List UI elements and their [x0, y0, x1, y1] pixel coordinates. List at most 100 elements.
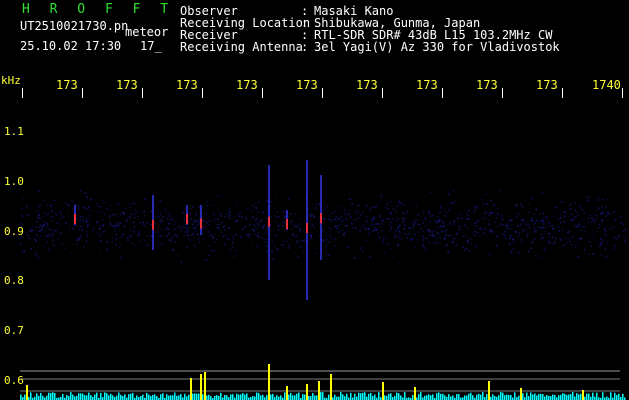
- noise-speck: [51, 232, 53, 235]
- noise-speck: [37, 210, 39, 212]
- noise-speck: [526, 235, 528, 237]
- noise-speck: [520, 223, 523, 225]
- noise-speck: [462, 235, 465, 237]
- noise-speck: [398, 237, 400, 239]
- noise-speck: [347, 213, 349, 216]
- noise-speck: [483, 203, 485, 206]
- noise-speck: [420, 226, 422, 229]
- noise-speck: [295, 222, 297, 225]
- noise-speck: [519, 224, 522, 227]
- noise-speck: [225, 213, 227, 215]
- noise-speck: [327, 225, 330, 228]
- noise-speck: [387, 208, 389, 210]
- noise-speck: [192, 233, 195, 235]
- baseline-noise: [592, 392, 594, 400]
- noise-speck: [216, 238, 218, 241]
- baseline-noise: [186, 396, 188, 400]
- noise-speck: [395, 211, 398, 213]
- noise-speck: [474, 235, 477, 237]
- noise-speck: [284, 215, 286, 217]
- noise-speck: [248, 234, 250, 237]
- noise-speck: [559, 221, 562, 224]
- noise-speck: [46, 241, 48, 244]
- noise-speck: [541, 257, 543, 259]
- baseline-noise: [176, 395, 178, 400]
- noise-speck: [466, 237, 468, 239]
- noise-speck: [293, 234, 296, 237]
- noise-speck: [206, 205, 209, 207]
- noise-speck: [74, 203, 76, 205]
- noise-speck: [166, 218, 169, 220]
- noise-speck: [368, 231, 370, 234]
- noise-speck: [543, 233, 546, 235]
- signal-level-spike: [200, 374, 202, 400]
- noise-speck: [479, 235, 481, 237]
- noise-speck: [26, 205, 28, 208]
- noise-speck: [237, 206, 239, 208]
- noise-speck: [577, 255, 580, 258]
- noise-speck: [429, 234, 431, 236]
- noise-speck: [568, 238, 571, 241]
- noise-speck: [443, 230, 445, 232]
- baseline-noise: [104, 392, 106, 400]
- noise-speck: [187, 230, 190, 232]
- noise-speck: [155, 224, 157, 226]
- noise-speck: [568, 230, 571, 232]
- noise-speck: [130, 229, 132, 231]
- noise-speck: [389, 223, 391, 226]
- noise-speck: [176, 234, 178, 237]
- noise-speck: [473, 205, 475, 208]
- baseline-noise: [20, 394, 22, 400]
- noise-speck: [185, 227, 187, 229]
- noise-speck: [605, 206, 607, 208]
- noise-speck: [373, 223, 376, 225]
- noise-speck: [287, 198, 290, 200]
- noise-speck: [229, 232, 231, 235]
- noise-speck: [251, 217, 253, 220]
- baseline-noise: [412, 395, 414, 400]
- noise-speck: [381, 223, 383, 225]
- signal-level-spike: [382, 382, 384, 400]
- noise-speck: [186, 235, 189, 237]
- noise-speck: [474, 222, 476, 224]
- noise-speck: [229, 211, 231, 213]
- noise-speck: [118, 237, 120, 240]
- noise-speck: [510, 235, 512, 237]
- baseline-noise: [540, 393, 542, 400]
- noise-speck: [396, 228, 399, 230]
- baseline-noise: [298, 392, 300, 400]
- noise-speck: [402, 212, 404, 215]
- noise-speck: [501, 214, 503, 216]
- noise-speck: [474, 230, 476, 233]
- noise-speck: [41, 228, 43, 230]
- noise-speck: [281, 244, 283, 246]
- baseline-noise: [106, 393, 108, 400]
- noise-speck: [569, 203, 572, 206]
- noise-speck: [495, 203, 498, 205]
- noise-speck: [339, 224, 341, 226]
- noise-speck: [38, 226, 41, 228]
- noise-speck: [500, 223, 502, 225]
- noise-speck: [566, 241, 568, 244]
- noise-speck: [342, 229, 344, 231]
- noise-speck: [302, 229, 305, 231]
- noise-speck: [601, 199, 604, 201]
- noise-speck: [477, 221, 479, 224]
- noise-speck: [454, 238, 456, 241]
- noise-speck: [386, 218, 389, 220]
- noise-speck: [426, 237, 428, 240]
- noise-speck: [58, 219, 60, 222]
- noise-speck: [355, 228, 358, 230]
- noise-speck: [382, 219, 384, 222]
- baseline-noise: [180, 394, 182, 400]
- noise-speck: [272, 258, 274, 260]
- noise-speck: [297, 256, 300, 258]
- noise-speck: [428, 211, 430, 213]
- baseline-noise: [304, 394, 306, 400]
- noise-speck: [63, 247, 66, 250]
- noise-speck: [71, 200, 73, 202]
- noise-speck: [587, 222, 590, 224]
- noise-speck: [344, 212, 347, 214]
- baseline-noise: [510, 394, 512, 400]
- baseline-noise: [284, 392, 286, 400]
